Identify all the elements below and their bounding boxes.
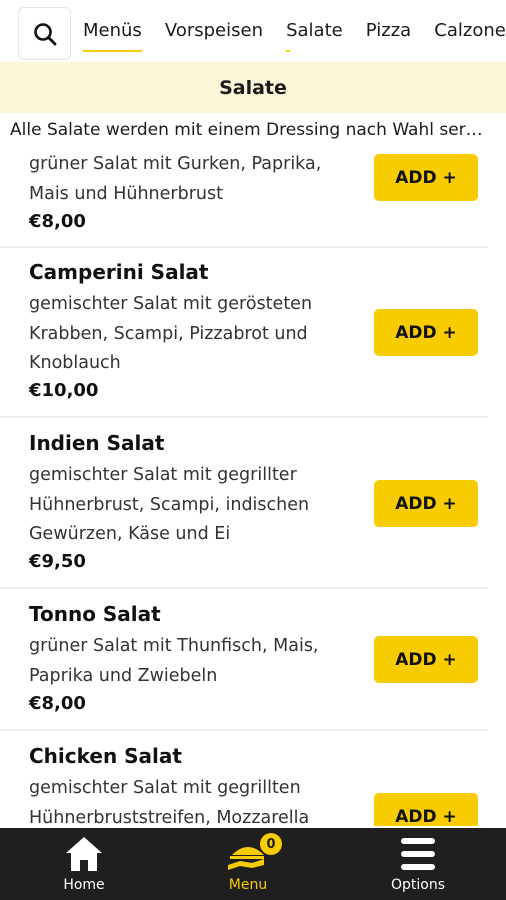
item-description: gemischter Salat mit gerösteten Krabben,… xyxy=(29,290,359,379)
item-desc-line: Paprika und Zwiebeln xyxy=(29,665,218,686)
item-name: Chicken Salat xyxy=(29,744,182,768)
search-icon xyxy=(33,22,56,45)
category-tabs: Menüs Vorspeisen Salate Pizza Calzone xyxy=(83,0,506,62)
nav-menu-label: Menu xyxy=(228,877,268,893)
item-name: Indien Salat xyxy=(29,431,165,455)
nav-menu[interactable]: 0 Menu xyxy=(164,828,332,900)
list-item: Tonno Salat grüner Salat mit Thunfisch, … xyxy=(0,589,488,731)
item-name: Camperini Salat xyxy=(29,260,209,284)
add-button[interactable]: ADD + xyxy=(374,636,478,683)
item-description: gemischter Salat mit gegrillter Hühnerbr… xyxy=(29,461,359,550)
item-desc-line: grüner Salat mit Thunfisch, Mais, xyxy=(29,636,319,656)
tab-menus[interactable]: Menüs xyxy=(83,0,142,62)
add-button[interactable]: ADD + xyxy=(374,309,478,356)
item-desc-line: Mais und Hühnerbrust xyxy=(29,183,223,204)
item-desc-line: Hühnerbruststreifen, Mozzarella xyxy=(29,807,310,827)
item-desc-line: Krabben, Scampi, Pizzabrot und xyxy=(29,323,308,344)
list-item: Camperini Salat gemischter Salat mit ger… xyxy=(0,248,488,418)
item-price: €8,00 xyxy=(29,693,86,714)
section-title: Salate xyxy=(0,62,506,113)
search-button[interactable] xyxy=(18,7,71,60)
menu-item-list[interactable]: grüner Salat mit Gurken, Paprika, Mais u… xyxy=(0,144,488,826)
item-desc-line: gemischter Salat mit gegrillten xyxy=(29,778,301,798)
tab-indicator xyxy=(286,50,291,52)
category-bar: Menüs Vorspeisen Salate Pizza Calzone xyxy=(0,0,506,62)
cart-count-badge: 0 xyxy=(260,833,282,855)
item-desc-line: Knoblauch xyxy=(29,353,121,373)
tab-calzone[interactable]: Calzone xyxy=(434,0,506,62)
list-item: Chicken Salat gemischter Salat mit gegri… xyxy=(0,731,488,826)
tab-pizza[interactable]: Pizza xyxy=(366,0,411,62)
tab-salate[interactable]: Salate xyxy=(286,0,343,62)
item-description: grüner Salat mit Thunfisch, Mais, Paprik… xyxy=(29,632,359,691)
nav-home-label: Home xyxy=(63,877,105,893)
item-price: €8,00 xyxy=(29,211,86,232)
hamburger-menu-icon xyxy=(401,838,435,870)
item-desc-line: grüner Salat mit Gurken, Paprika, xyxy=(29,154,322,174)
item-desc-line: gemischter Salat mit gegrillter xyxy=(29,465,297,485)
add-button[interactable]: ADD + xyxy=(374,793,478,826)
item-price: €9,50 xyxy=(29,551,86,572)
item-name: Tonno Salat xyxy=(29,602,161,626)
add-button[interactable]: ADD + xyxy=(374,480,478,527)
nav-home[interactable]: Home xyxy=(0,828,168,900)
item-desc-line: Gewürzen, Käse und Ei xyxy=(29,524,231,544)
list-item: grüner Salat mit Gurken, Paprika, Mais u… xyxy=(0,144,488,248)
home-icon xyxy=(66,837,102,871)
section-description: Alle Salate werden mit einem Dressing na… xyxy=(10,116,492,144)
item-desc-line: gemischter Salat mit gerösteten xyxy=(29,294,313,314)
item-price: €10,00 xyxy=(29,380,99,401)
item-description: grüner Salat mit Gurken, Paprika, Mais u… xyxy=(29,150,359,209)
list-item: Indien Salat gemischter Salat mit gegril… xyxy=(0,418,488,589)
tab-salate-label: Salate xyxy=(286,20,343,41)
bottom-navigation: Home 0 Menu Options xyxy=(0,828,506,900)
nav-options[interactable]: Options xyxy=(334,828,502,900)
nav-options-label: Options xyxy=(390,877,446,893)
item-description: gemischter Salat mit gegrillten Hühnerbr… xyxy=(29,774,359,826)
item-desc-line: Hühnerbrust, Scampi, indischen xyxy=(29,494,310,515)
add-button[interactable]: ADD + xyxy=(374,154,478,201)
tab-vorspeisen[interactable]: Vorspeisen xyxy=(165,0,263,62)
